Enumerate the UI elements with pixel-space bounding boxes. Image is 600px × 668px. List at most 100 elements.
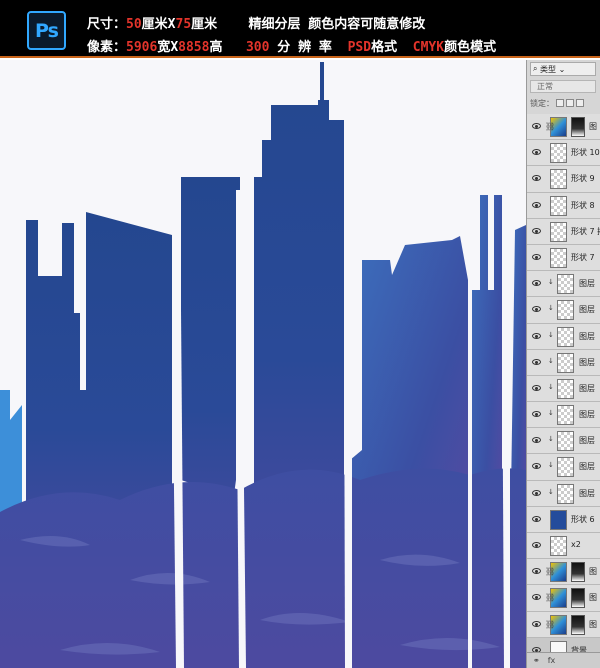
height-px-value: 8858 (178, 40, 210, 55)
format-label: 格式 (371, 40, 398, 55)
layer-mask-thumbnail[interactable] (571, 117, 585, 137)
blend-mode-select[interactable]: 正常 (530, 80, 596, 93)
layer-thumbnail (557, 274, 574, 295)
width-cm-value: 50 (126, 17, 142, 32)
layer-thumbnail (550, 221, 567, 242)
visibility-eye-icon[interactable] (532, 332, 541, 339)
lock-transparency-icon[interactable] (556, 99, 564, 107)
layer-name: 图层 (579, 410, 595, 420)
layer-row[interactable]: 形状 7 拷 (527, 218, 600, 245)
visibility-eye-icon[interactable] (532, 411, 541, 418)
visibility-eye-icon[interactable] (532, 384, 541, 391)
lock-label: 锁定： (530, 98, 554, 108)
layer-row[interactable]: 形状 8 (527, 192, 600, 219)
visibility-eye-icon[interactable] (532, 568, 541, 575)
visibility-eye-icon[interactable] (532, 489, 541, 496)
layer-row[interactable]: 图层 (527, 428, 600, 455)
layer-row[interactable]: 图层 (527, 480, 600, 507)
layer-name: 图层 (579, 331, 595, 341)
layer-name: 图 (589, 593, 597, 603)
layer-name: 图层 (579, 305, 595, 315)
cm-x-label: 厘米X (141, 17, 176, 32)
layer-name: 形状 10 (571, 148, 600, 158)
layer-thumbnail (550, 509, 567, 530)
layer-name: 图层 (579, 279, 595, 289)
layer-row[interactable]: ⛓ 图 (527, 114, 600, 141)
city-skyline-artwork (0, 62, 526, 668)
layer-row[interactable]: 图层 (527, 349, 600, 376)
cm-label: 厘米 (191, 17, 218, 32)
layer-name: 形状 9 (571, 174, 595, 184)
pixels-label: 像素： (87, 40, 127, 55)
height-cm-value: 75 (175, 17, 192, 32)
visibility-eye-icon[interactable] (532, 253, 541, 260)
layer-row[interactable]: 形状 7 (527, 244, 600, 272)
color-mode-label: 颜色模式 (444, 40, 497, 55)
visibility-eye-icon[interactable] (532, 515, 541, 522)
layer-row[interactable]: 图层 (527, 271, 600, 298)
visibility-eye-icon[interactable] (532, 358, 541, 365)
layer-list: ⛓图形状 10形状 9形状 8形状 7 拷形状 7图层图层图层图层图层图层图层图… (527, 114, 600, 664)
link-layers-icon[interactable]: ⚭ (533, 656, 540, 665)
search-icon: ⌕ (533, 64, 541, 73)
visibility-eye-icon[interactable] (532, 280, 541, 287)
visibility-eye-icon[interactable] (532, 149, 541, 156)
info-banner: Ps 尺寸：50厘米X75厘米 精细分层 颜色内容可随意修改 像素：5906宽X… (0, 0, 600, 58)
layer-mask-thumbnail[interactable] (571, 588, 585, 609)
chevron-down-icon: ⌄ (556, 64, 566, 74)
visibility-eye-icon[interactable] (532, 437, 541, 444)
mask-link-icon[interactable]: ⛓ (545, 620, 555, 629)
visibility-eye-icon[interactable] (532, 594, 541, 601)
layered-note: 精细分层 颜色内容可随意修改 (248, 17, 426, 32)
layer-row[interactable]: ⛓ 图 (527, 611, 600, 638)
layer-filter-select[interactable]: ⌕ 类型 ⌄ (530, 62, 596, 76)
layer-row[interactable]: 图层 (527, 297, 600, 324)
layer-thumbnail (557, 457, 574, 478)
lock-row: 锁定： (530, 97, 600, 109)
layer-filter-label: 类型 (540, 64, 557, 74)
layer-name: 形状 7 拷 (571, 226, 600, 236)
visibility-eye-icon[interactable] (532, 306, 541, 313)
layer-thumbnail (557, 483, 574, 504)
visibility-eye-icon[interactable] (532, 175, 541, 182)
layer-thumbnail (557, 431, 574, 452)
layer-row[interactable]: 图层 (527, 454, 600, 481)
layer-row[interactable]: ⛓ 图 (527, 559, 600, 586)
size-info-line: 尺寸：50厘米X75厘米 精细分层 颜色内容可随意修改 (87, 13, 425, 32)
lock-position-icon[interactable] (576, 99, 584, 107)
photoshop-logo-icon: Ps (27, 11, 66, 50)
layer-row[interactable]: 形状 6 (527, 506, 600, 533)
layer-row[interactable]: 形状 10 (527, 140, 600, 167)
layer-name: 图层 (579, 383, 595, 393)
document-canvas[interactable] (0, 60, 526, 668)
visibility-eye-icon[interactable] (532, 620, 541, 627)
tall-label: 高 (209, 40, 223, 55)
layers-panel: ⌕ 类型 ⌄ 正常 锁定： ⛓图形状 10形状 9形状 8形状 7 拷形状 7图… (526, 60, 600, 668)
layer-name: 形状 8 (571, 200, 595, 210)
layer-row[interactable]: 图层 (527, 375, 600, 403)
mask-link-icon[interactable]: ⛓ (545, 567, 555, 576)
layer-row[interactable]: x2 (527, 533, 600, 560)
visibility-eye-icon[interactable] (532, 201, 541, 208)
layer-thumbnail (550, 195, 567, 216)
layer-mask-thumbnail[interactable] (571, 614, 585, 635)
layer-mask-thumbnail[interactable] (571, 562, 585, 583)
layer-row[interactable]: 图层 (527, 402, 600, 429)
mask-link-icon[interactable]: ⛓ (545, 122, 555, 131)
layer-row[interactable]: 图层 (527, 323, 600, 350)
layer-name: 图 (589, 122, 597, 131)
visibility-eye-icon[interactable] (532, 227, 541, 234)
fx-icon[interactable]: fx (548, 656, 556, 665)
visibility-eye-icon[interactable] (532, 123, 541, 129)
layer-name: x2 (571, 540, 581, 549)
layer-row[interactable]: 形状 9 (527, 166, 600, 193)
mask-link-icon[interactable]: ⛓ (545, 593, 555, 602)
size-label: 尺寸： (87, 17, 127, 32)
layer-thumbnail (557, 326, 574, 347)
layer-name: 图层 (579, 488, 595, 498)
visibility-eye-icon[interactable] (532, 463, 541, 470)
lock-pixels-icon[interactable] (566, 99, 574, 107)
layer-row[interactable]: ⛓ 图 (527, 585, 600, 612)
visibility-eye-icon[interactable] (532, 542, 541, 548)
color-mode-value: CMYK (412, 40, 445, 55)
